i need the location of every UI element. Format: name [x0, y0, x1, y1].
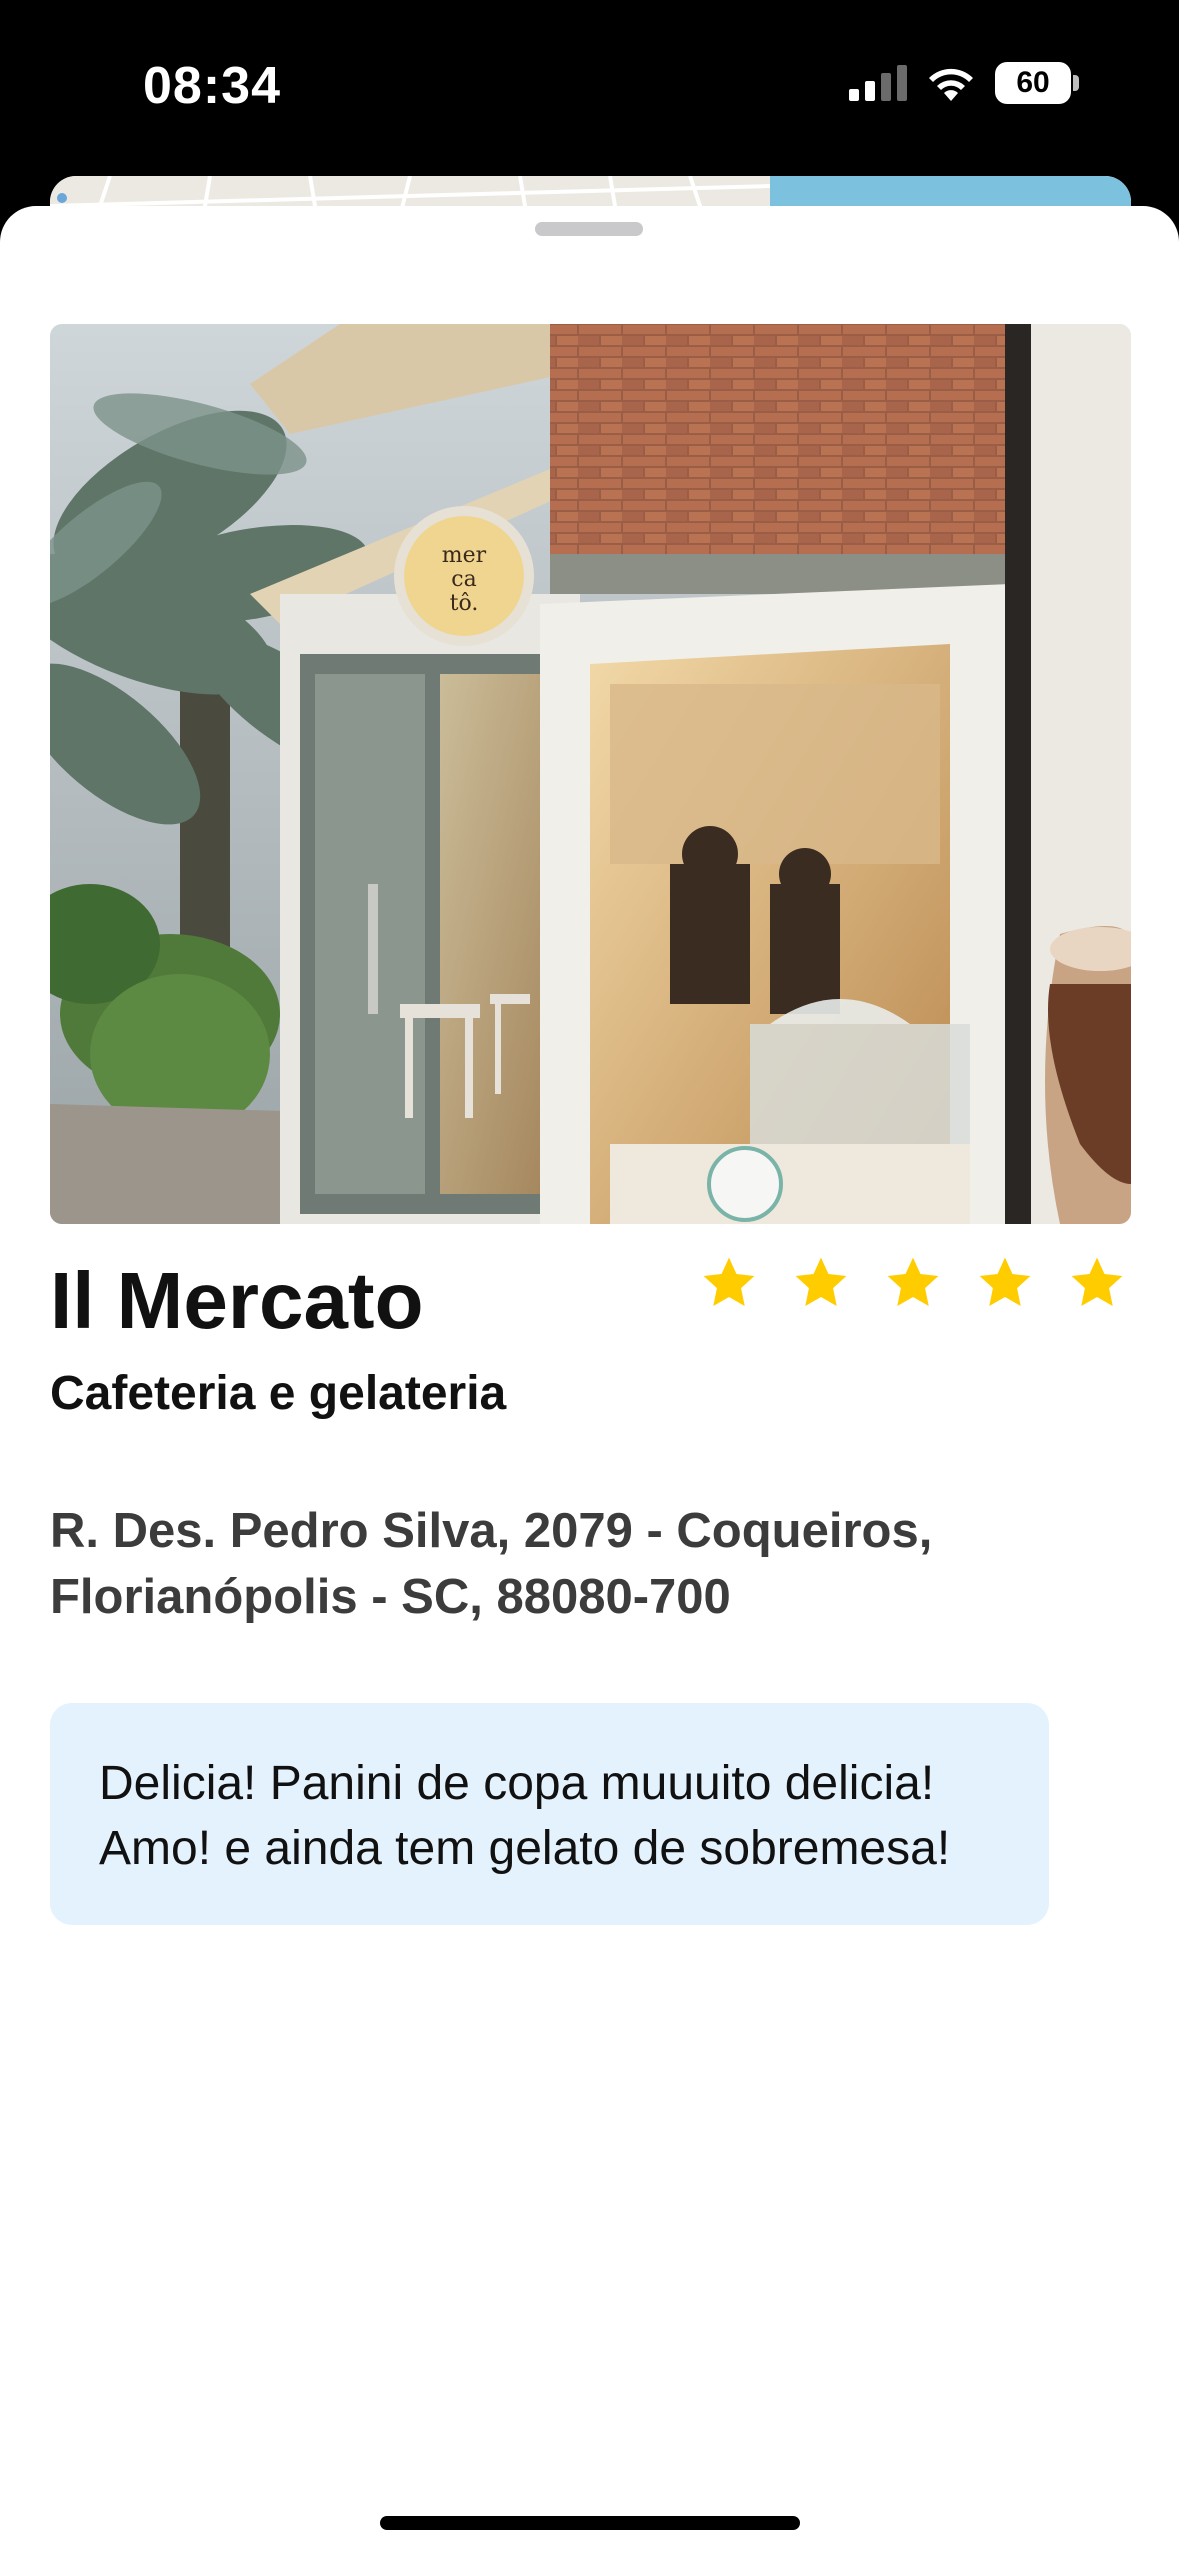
status-bar: 08:34 60: [0, 0, 1179, 180]
cellular-signal-icon: [849, 65, 907, 101]
sign-text-line-1: mer: [442, 543, 487, 568]
sheet-grabber[interactable]: [535, 222, 643, 236]
sign-text-line-2: ca: [451, 567, 476, 592]
address-line: R. Des. Pedro Silva, 2079 - Coqueiros,: [50, 1504, 933, 1558]
sign-text-line-3: tô.: [450, 591, 479, 616]
review-text-line: Delicia! Panini de copa muuuito delicia!: [99, 1757, 935, 1810]
place-name: Il Mercato: [50, 1256, 424, 1345]
status-time: 08:34: [143, 57, 281, 115]
star-icon: [795, 1257, 847, 1306]
star-icon: [887, 1257, 939, 1306]
place-address: R. Des. Pedro Silva, 2079 - Coqueiros, F…: [50, 1498, 1110, 1630]
home-indicator: [380, 2516, 800, 2530]
address-line: Florianópolis - SC, 88080-700: [50, 1570, 731, 1624]
battery-level: 60: [1016, 66, 1050, 99]
place-photo[interactable]: mer ca tô.: [50, 324, 1131, 1224]
review-card: Delicia! Panini de copa muuuito delicia!…: [50, 1703, 1049, 1925]
battery-icon: 60: [995, 62, 1079, 104]
wifi-icon: [929, 68, 973, 101]
star-icon: [979, 1257, 1031, 1306]
star-icon: [1071, 1257, 1123, 1306]
place-category: Cafeteria e gelateria: [50, 1367, 507, 1420]
status-icons: 60: [849, 62, 1079, 104]
rating-stars: [700, 1254, 1126, 1312]
review-text-line: Amo! e ainda tem gelato de sobremesa!: [99, 1822, 951, 1875]
star-icon: [703, 1257, 755, 1306]
